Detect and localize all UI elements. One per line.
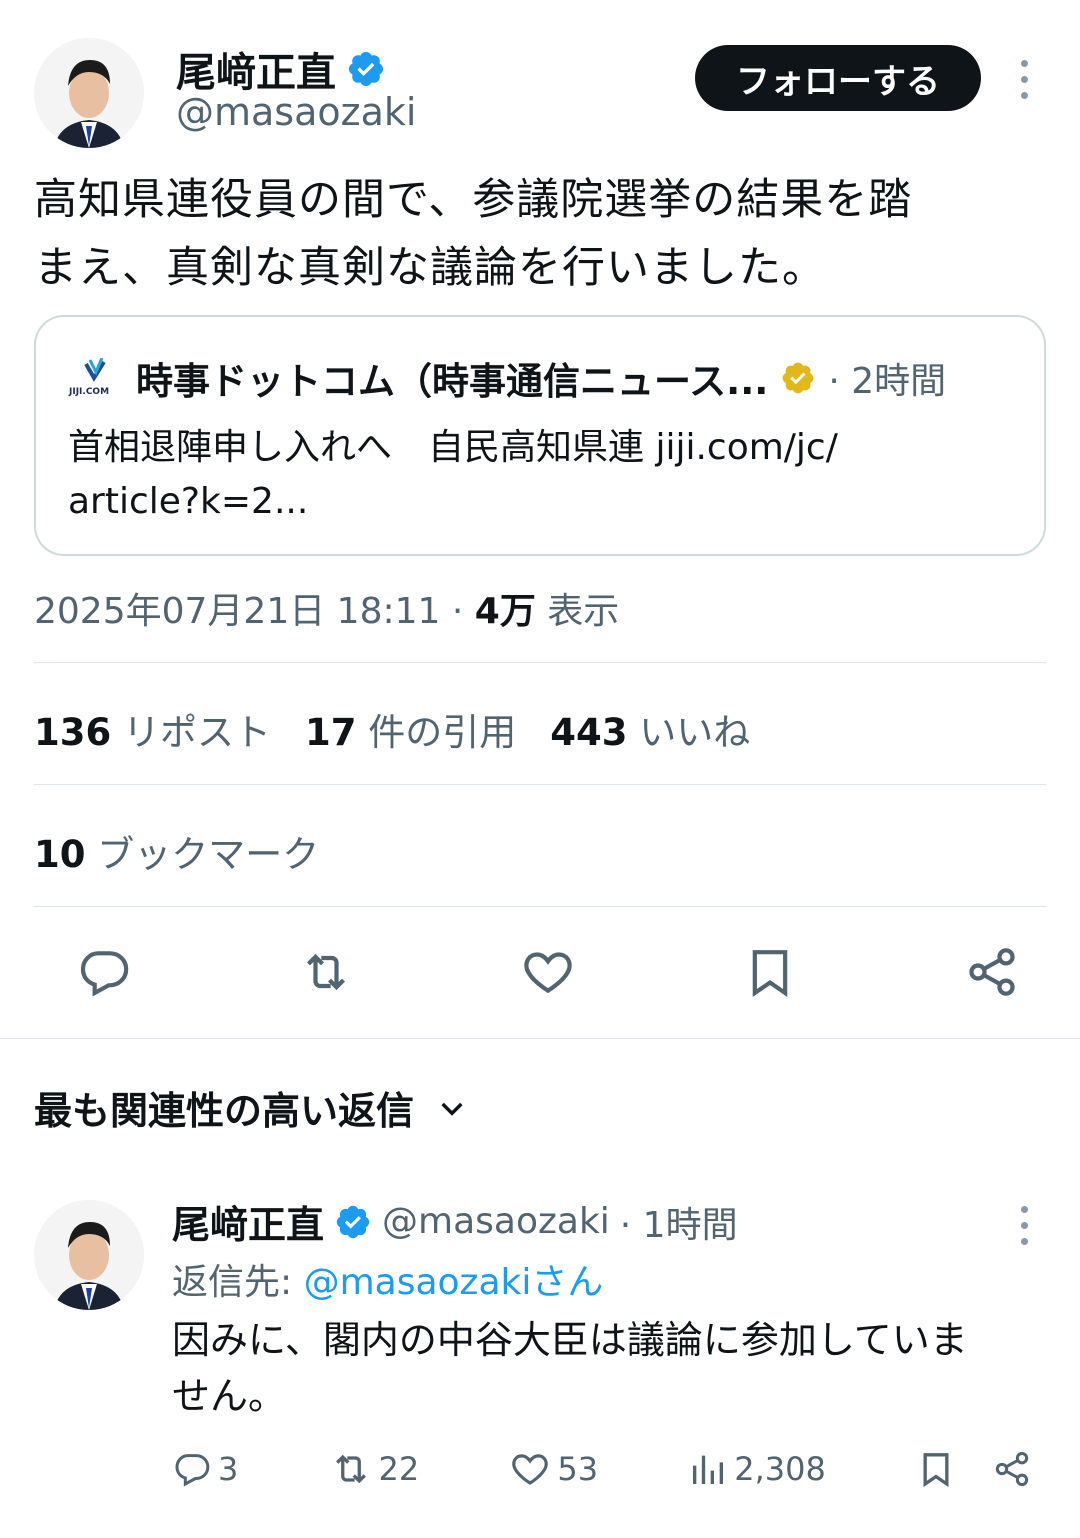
reply-more-options-icon[interactable]: [1018, 1206, 1030, 1245]
share-icon[interactable]: [992, 1449, 1032, 1489]
reply-text-line1: 因みに、閣内の中谷大臣は議論に参加していま: [172, 1318, 968, 1362]
like-heart-icon: [512, 1454, 549, 1485]
quote-text-line1: 首相退陣申し入れへ 自民高知県連 jiji.com/jc/: [68, 427, 838, 468]
bookmark-icon[interactable]: [742, 944, 798, 1000]
reply-to-line: 返信先: @masaozakiさん: [172, 1253, 603, 1305]
reply-to-handle-link[interactable]: @masaozakiさん: [304, 1262, 604, 1303]
quoted-tweet-card[interactable]: JIJI.COM 時事ドットコム（時事通信ニュース... · 2時間 首相退陣申…: [34, 315, 1046, 556]
tweet-timestamp[interactable]: 2025年07月21日 18:11 ·: [34, 591, 475, 632]
divider: [0, 1038, 1080, 1039]
author-avatar[interactable]: [34, 38, 144, 148]
bookmarks-stat-row: 10 ブックマーク: [34, 824, 319, 878]
views-label: 表示: [535, 591, 620, 632]
reply-text: 因みに、閣内の中谷大臣は議論に参加していま せん。: [172, 1312, 1052, 1424]
chevron-down-icon: [441, 1102, 463, 1116]
jiji-logo-text: JIJI.COM: [68, 387, 109, 397]
tweet-text-line1: 高知県連役員の間で、参議院選挙の結果を踏: [34, 175, 913, 225]
avatar-portrait: [34, 1200, 144, 1310]
verified-gold-badge-icon: [782, 362, 814, 394]
quote-source-name[interactable]: 時事ドットコム（時事通信ニュース...: [136, 351, 768, 405]
tweet-text: 高知県連役員の間で、参議院選挙の結果を踏 まえ、真剣な真剣な議論を行いました。: [34, 166, 1054, 302]
tweet-timestamp-row: 2025年07月21日 18:11 · 4万 表示: [34, 582, 619, 634]
divider: [34, 906, 1046, 907]
reply-author-handle[interactable]: @masaozaki: [382, 1201, 610, 1242]
replies-sort-dropdown[interactable]: 最も関連性の高い返信: [34, 1080, 468, 1135]
quote-time: · 2時間: [828, 361, 947, 402]
bookmark-icon[interactable]: [916, 1449, 956, 1489]
reply-text-line2: せん。: [172, 1374, 287, 1418]
like-count: 53: [557, 1450, 599, 1488]
avatar-portrait: [34, 38, 144, 148]
views-count: 4万: [474, 591, 536, 632]
jiji-logo: JIJI.COM: [68, 357, 124, 398]
reply-author-avatar[interactable]: [34, 1200, 144, 1310]
reply-like-button[interactable]: 53: [509, 1448, 598, 1490]
replies-sort-label: 最も関連性の高い返信: [34, 1089, 415, 1133]
jiji-logo-icon: JIJI.COM: [68, 357, 109, 397]
reply-author-name[interactable]: 尾﨑正直: [172, 1194, 324, 1249]
bookmarks-stat[interactable]: 10 ブックマーク: [34, 824, 319, 878]
reply-time: · 1時間: [619, 1204, 738, 1246]
quote-text-line2: article?k=2...: [68, 481, 309, 522]
divider: [34, 784, 1046, 785]
repost-icon: [335, 1454, 366, 1484]
reply-action-bar: 3 22 53 2,308: [172, 1447, 1032, 1491]
quotes-stat[interactable]: 17 件の引用: [305, 702, 516, 756]
divider: [34, 662, 1046, 663]
action-bar: [76, 944, 1020, 1000]
reply-repost-button[interactable]: 22: [329, 1447, 420, 1491]
reply-to-prefix: 返信先:: [172, 1262, 304, 1303]
engagement-stats: 136 リポスト 17 件の引用 443 いいね: [34, 702, 750, 756]
reply-icon: [175, 1454, 210, 1487]
verified-badge-icon: [348, 51, 384, 87]
views-bar-chart-icon: [693, 1455, 724, 1484]
tweet-text-line2: まえ、真剣な真剣な議論を行いました。: [34, 243, 826, 293]
reply-count: 3: [218, 1450, 239, 1488]
reply-views-button[interactable]: 2,308: [688, 1449, 826, 1489]
share-icon[interactable]: [964, 944, 1020, 1000]
repost-count: 22: [378, 1450, 420, 1488]
reply-icon[interactable]: [76, 944, 132, 1000]
repost-icon[interactable]: [298, 944, 354, 1000]
verified-badge-icon: [336, 1205, 370, 1238]
like-heart-icon[interactable]: [520, 944, 576, 1000]
more-options-icon[interactable]: [1018, 60, 1030, 99]
reply-reply-button[interactable]: 3: [172, 1449, 238, 1489]
follow-button[interactable]: フォローする: [695, 45, 981, 111]
reposts-stat[interactable]: 136 リポスト: [34, 702, 271, 756]
likes-stat[interactable]: 443 いいね: [550, 702, 750, 756]
author-handle[interactable]: @masaozaki: [176, 90, 416, 134]
views-count: 2,308: [734, 1450, 826, 1488]
